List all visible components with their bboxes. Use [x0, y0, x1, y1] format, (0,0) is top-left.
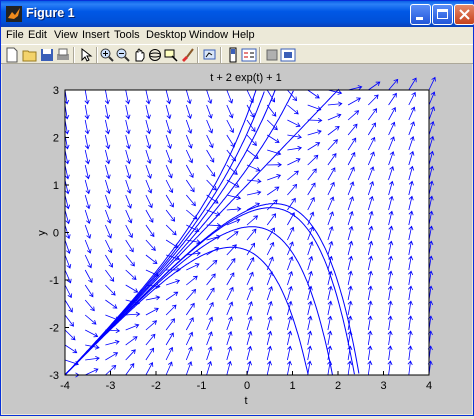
brush-icon[interactable]: [179, 47, 195, 63]
y-tick-label: -2: [49, 323, 59, 335]
legend-icon[interactable]: [241, 47, 257, 63]
y-axis-label: y: [36, 230, 48, 236]
show-plot-tools-icon[interactable]: [280, 47, 296, 63]
zoom-out-icon[interactable]: [115, 47, 131, 63]
direction-arrow: [428, 135, 435, 151]
menu-edit[interactable]: Edit: [28, 29, 47, 41]
minimize-button[interactable]: [410, 4, 431, 25]
direction-arrow: [388, 78, 399, 91]
menu-help[interactable]: Help: [232, 29, 255, 41]
x-tick-label: 0: [244, 380, 250, 392]
open-file-icon[interactable]: [22, 47, 38, 63]
y-tick-label: -3: [49, 370, 59, 382]
direction-arrow: [428, 91, 436, 106]
data-cursor-icon[interactable]: [163, 47, 179, 63]
x-tick-label: -2: [151, 380, 161, 392]
figure-toolbar: [1, 44, 473, 64]
x-axis-label: t: [244, 395, 247, 407]
direction-arrow: [408, 77, 417, 91]
menu-insert[interactable]: Insert: [82, 29, 110, 41]
rotate-3d-icon[interactable]: [147, 47, 163, 63]
link-icon[interactable]: [202, 47, 218, 63]
window-title: Figure 1: [26, 6, 75, 20]
pointer-icon[interactable]: [78, 47, 94, 63]
direction-arrow: [428, 76, 436, 91]
maximize-icon: [437, 9, 448, 19]
x-tick-label: 1: [289, 380, 295, 392]
y-tick-label: 3: [53, 85, 59, 97]
save-icon[interactable]: [39, 47, 55, 63]
x-tick-label: 3: [380, 380, 386, 392]
menu-file[interactable]: File: [6, 29, 24, 41]
chart-title: t + 2 exp(t) + 1: [210, 72, 282, 84]
hide-plot-tools-icon[interactable]: [264, 47, 280, 63]
maximize-button[interactable]: [432, 4, 453, 25]
pan-icon[interactable]: [131, 47, 147, 63]
x-tick-label: 2: [335, 380, 341, 392]
menu-tools[interactable]: Tools: [114, 29, 140, 41]
matlab-icon: [6, 6, 22, 22]
direction-arrow: [428, 150, 435, 166]
direction-arrow: [428, 180, 434, 196]
close-button[interactable]: [454, 4, 474, 25]
title-bar[interactable]: Figure 1: [1, 1, 474, 27]
x-tick-label: 4: [426, 380, 432, 392]
x-tick-label: -3: [106, 380, 116, 392]
x-tick-label: -1: [197, 380, 207, 392]
direction-arrow: [428, 106, 436, 121]
y-tick-label: -1: [49, 275, 59, 287]
menu-window[interactable]: Window: [189, 29, 228, 41]
print-icon[interactable]: [55, 47, 71, 63]
direction-arrow: [428, 120, 435, 136]
menu-bar: File Edit View Insert Tools Desktop Wind…: [1, 27, 473, 44]
figure-canvas: t + 2 exp(t) + 1 -4 -3 -2 -1 0 1 2 3 4 -3 -2 -1 0 1 2…: [2, 64, 472, 414]
direction-arrow: [368, 81, 381, 91]
direction-arrow: [428, 195, 434, 211]
zoom-in-icon[interactable]: [99, 47, 115, 63]
x-tick-label: -4: [60, 380, 70, 392]
minimize-icon: [416, 17, 423, 20]
direction-arrow: [348, 85, 363, 91]
new-figure-icon[interactable]: [4, 47, 20, 63]
menu-view[interactable]: View: [54, 29, 78, 41]
y-tick-label: 0: [53, 228, 59, 240]
direction-arrow: [428, 210, 434, 226]
direction-arrow: [428, 165, 434, 181]
figure-window: Figure 1 File Edit View Insert Tools Des…: [0, 0, 474, 416]
direction-field-plot[interactable]: t + 2 exp(t) + 1 -4 -3 -2 -1 0 1 2 3 4 -3-2-1012…: [2, 64, 472, 414]
y-tick-label: 1: [53, 180, 59, 192]
y-tick-label: 2: [53, 133, 59, 145]
close-icon: [459, 9, 470, 20]
colorbar-icon[interactable]: [225, 47, 241, 63]
menu-desktop[interactable]: Desktop: [146, 29, 186, 41]
